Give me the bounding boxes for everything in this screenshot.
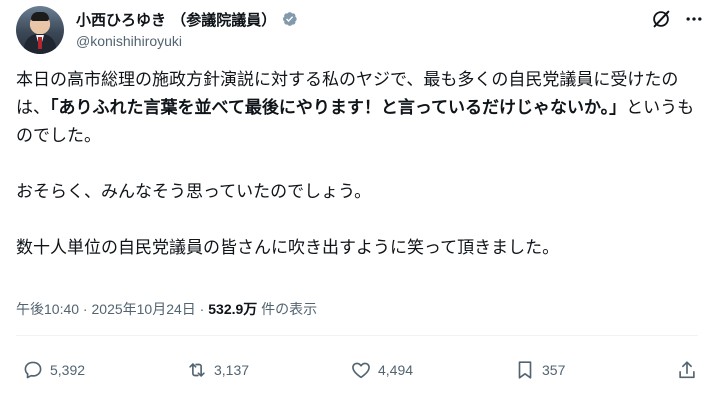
heart-icon: [352, 362, 370, 379]
action-bar: 5,392 3,137 4,494 357: [16, 355, 706, 385]
share-button[interactable]: [676, 355, 704, 385]
reply-icon: [24, 361, 42, 379]
view-count: 532.9万: [208, 301, 258, 317]
reply-count: 5,392: [50, 362, 86, 378]
author-handle[interactable]: @konishihiroyuki: [76, 33, 182, 49]
tweet: 小西ひろゆき （参議院議員） @konishihiroyuki 本日の高市総理の…: [0, 0, 714, 408]
repost-button[interactable]: 3,137: [186, 355, 249, 385]
repost-icon: [189, 363, 205, 377]
repost-count: 3,137: [214, 362, 250, 378]
post-meta: 午後10:40 · 2025年10月24日 · 532.9万 件の表示: [16, 299, 317, 319]
paragraph-1: 本日の高市総理の施政方針演説に対する私のヤジで、最も多くの自民党議員に受けたのは…: [16, 66, 706, 150]
like-count: 4,494: [378, 362, 414, 378]
bookmark-count: 357: [542, 362, 566, 378]
quote-bold: 「ありふれた言葉を並べて最後にやります！と言っているだけじゃないか。」: [50, 98, 627, 118]
meta-separator: ·: [79, 301, 92, 317]
avatar[interactable]: [16, 6, 64, 54]
bookmark-button[interactable]: 357: [514, 355, 565, 385]
meta-separator: ·: [195, 301, 209, 317]
divider: [16, 335, 698, 336]
reply-button[interactable]: 5,392: [22, 355, 85, 385]
view-count-label: 件の表示: [257, 301, 318, 317]
bookmark-icon: [518, 361, 532, 379]
tweet-text: 本日の高市総理の施政方針演説に対する私のヤジで、最も多くの自民党議員に受けたのは…: [16, 66, 706, 262]
author-name-row: 小西ひろゆき （参議院議員）: [76, 8, 298, 30]
paragraph-2: おそらく、みんなそう思っていたのでしょう。: [16, 182, 372, 202]
display-name[interactable]: 小西ひろゆき （参議院議員）: [76, 9, 276, 30]
paragraph-3: 数十人単位の自民党議員の皆さんに吹き出すように笑って頂きました。: [16, 238, 560, 258]
verified-badge-icon: [283, 12, 297, 26]
post-date[interactable]: 2025年10月24日: [92, 301, 196, 317]
more-icon[interactable]: [684, 9, 704, 29]
post-time[interactable]: 午後10:40: [16, 301, 79, 317]
share-icon: [679, 361, 695, 379]
like-button[interactable]: 4,494: [350, 355, 413, 385]
grok-icon[interactable]: [650, 8, 672, 30]
